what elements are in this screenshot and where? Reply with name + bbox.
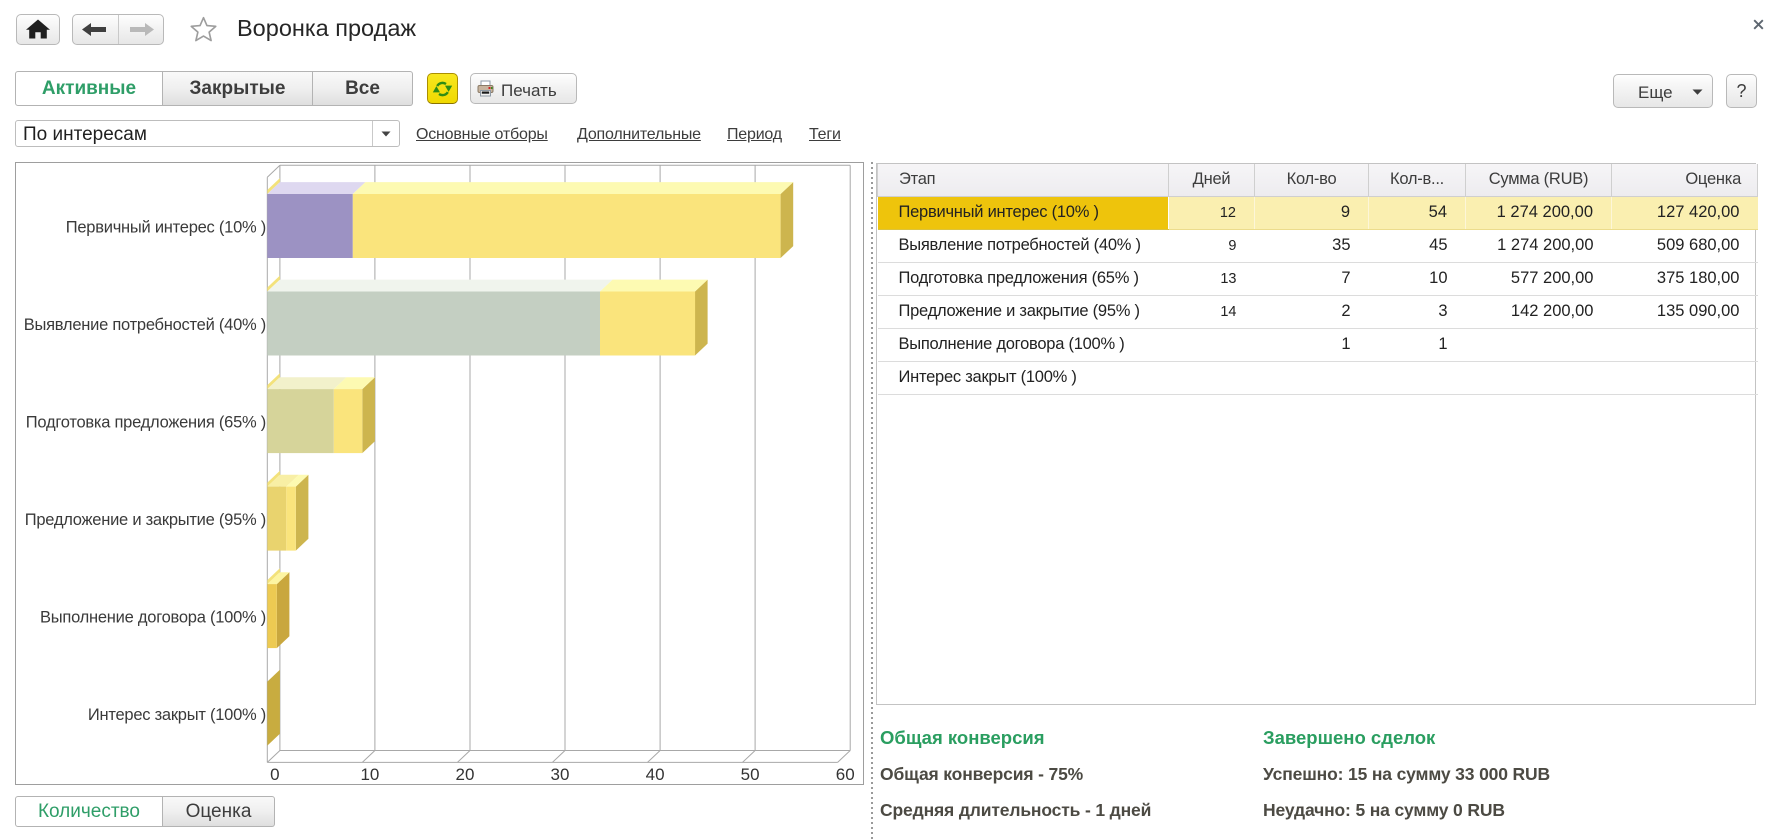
svg-text:10: 10	[360, 765, 379, 784]
svg-text:30: 30	[551, 765, 570, 784]
svg-text:40: 40	[646, 765, 665, 784]
svg-text:Выявление потребностей (40% ): Выявление потребностей (40% )	[24, 316, 266, 334]
svg-text:Первичный интерес (10% ): Первичный интерес (10% )	[66, 219, 266, 237]
svg-text:0: 0	[270, 765, 279, 784]
svg-text:Интерес закрыт (100% ): Интерес закрыт (100% )	[88, 706, 266, 724]
svg-text:20: 20	[456, 765, 475, 784]
svg-text:50: 50	[741, 765, 760, 784]
svg-text:Предложение и закрытие (95% ): Предложение и закрытие (95% )	[25, 511, 266, 529]
svg-text:Подготовка предложения (65% ): Подготовка предложения (65% )	[26, 414, 266, 432]
svg-text:60: 60	[836, 765, 855, 784]
svg-text:Выполнение договора (100% ): Выполнение договора (100% )	[40, 609, 266, 627]
